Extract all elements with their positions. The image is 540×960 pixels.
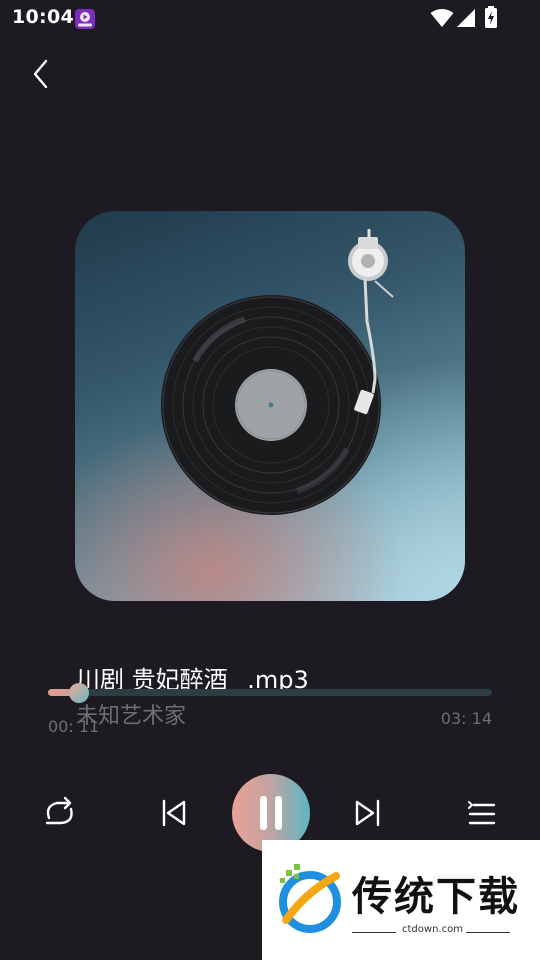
watermark-divider [466, 932, 510, 933]
signal-icon [456, 8, 476, 32]
wifi-icon [430, 8, 454, 32]
previous-button[interactable] [158, 796, 190, 830]
current-time: 00: 11 [48, 717, 100, 736]
back-button[interactable] [26, 56, 58, 92]
battery-charging-icon [484, 6, 498, 32]
next-button[interactable] [352, 796, 384, 830]
skip-previous-icon [162, 799, 186, 827]
playlist-icon [468, 801, 496, 825]
watermark-banner: 传统下载 ctdown.com [262, 840, 540, 960]
app-notification-icon [74, 8, 96, 30]
chevron-left-icon [33, 59, 48, 89]
album-art [75, 211, 465, 601]
status-bar: 10:04 [0, 0, 540, 36]
watermark-url: ctdown.com [402, 924, 463, 935]
watermark-divider [352, 932, 396, 933]
playlist-button[interactable] [466, 796, 498, 830]
watermark-title: 传统下载 [352, 874, 520, 920]
ctdown-logo-icon [279, 864, 341, 933]
status-time: 10:04 [12, 6, 74, 28]
repeat-button[interactable] [40, 796, 78, 830]
total-time: 03: 14 [440, 709, 492, 728]
repeat-icon [45, 796, 73, 825]
progress-bar[interactable] [48, 689, 492, 696]
skip-next-icon [355, 799, 380, 827]
vinyl-record [161, 295, 381, 515]
